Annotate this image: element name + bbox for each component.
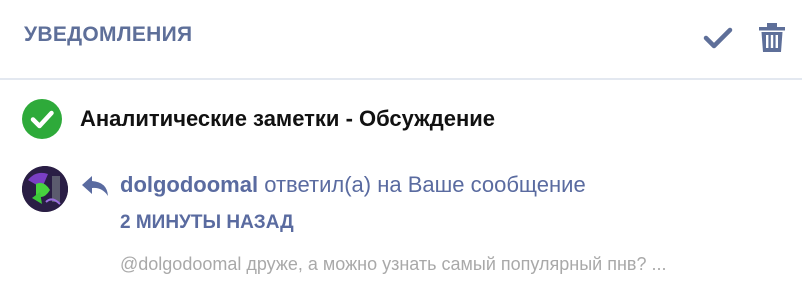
notification-action: ответил(а) на Ваше сообщение: [264, 172, 586, 197]
mark-all-read-button[interactable]: [700, 20, 736, 56]
timestamp: 2 МИНУТЫ НАЗАД: [120, 212, 294, 233]
notifications-header: УВЕДОМЛЕНИЯ: [0, 0, 802, 80]
check-circle-icon: [22, 99, 62, 139]
notification-summary: dolgodoomal ответил(а) на Ваше сообщение: [120, 172, 586, 198]
topic-title: Аналитические заметки - Обсуждение: [80, 106, 496, 131]
trash-icon: [759, 23, 785, 52]
notification-item[interactable]: dolgodoomal ответил(а) на Ваше сообщение…: [22, 166, 792, 276]
notification-group-header[interactable]: Аналитические заметки - Обсуждение: [22, 98, 495, 140]
check-icon: [703, 27, 733, 49]
username-link[interactable]: dolgodoomal: [120, 172, 258, 197]
user-avatar[interactable]: [22, 166, 68, 212]
page-title: УВЕДОМЛЕНИЯ: [24, 23, 193, 46]
reply-icon: [82, 176, 108, 196]
message-excerpt: @dolgodoomal друже, а можно узнать самый…: [120, 254, 667, 274]
delete-all-button[interactable]: [754, 20, 790, 56]
